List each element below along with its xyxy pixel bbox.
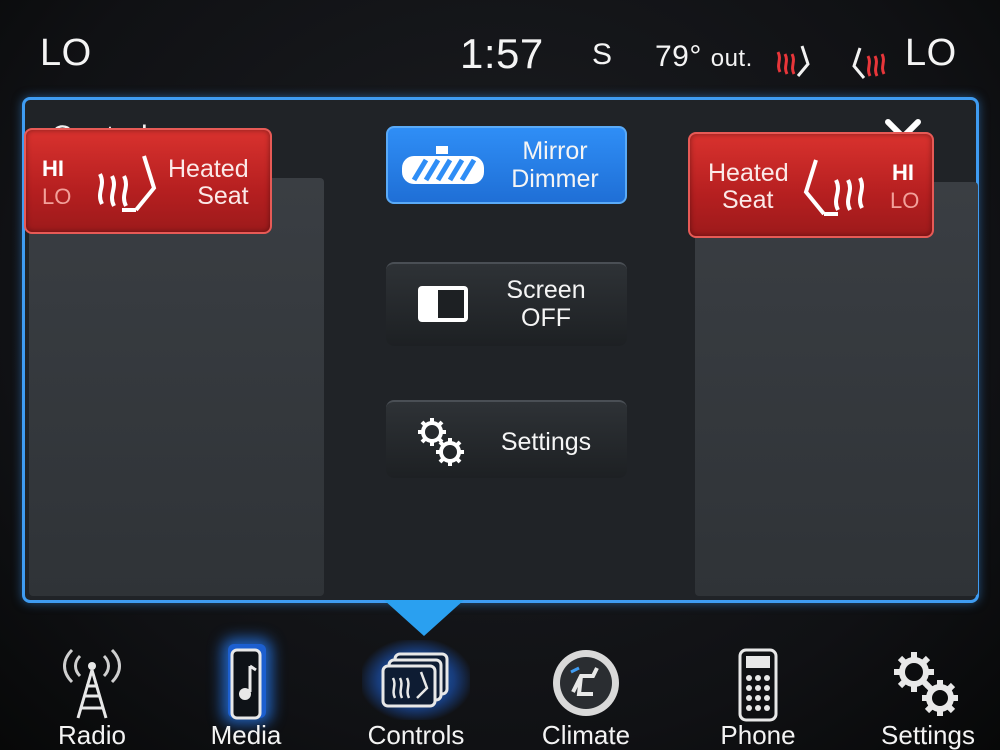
driver-heated-seat-button[interactable]: HI LO Heated Seat	[24, 128, 272, 234]
passenger-seat-label-line1: Heated	[708, 159, 789, 187]
mirror-icon	[402, 146, 484, 184]
driver-seat-label: Heated Seat	[168, 156, 249, 210]
gears-icon	[894, 652, 958, 716]
heated-seat-icon	[803, 159, 864, 216]
radio-tower-icon	[63, 648, 121, 719]
clock: 1:57	[460, 30, 544, 77]
active-tab-pointer	[384, 600, 464, 636]
driver-temp[interactable]: LO	[40, 32, 92, 75]
passenger-seat-lo: LO	[890, 188, 920, 213]
dock-label-radio: Radio	[58, 720, 126, 750]
heated-seat-passenger-icon[interactable]	[848, 44, 892, 84]
dock-item-settings[interactable]: Settings	[858, 640, 998, 750]
mirror-dimmer-line1: Mirror	[522, 137, 588, 165]
dock-label-controls: Controls	[367, 720, 465, 750]
dock-item-controls[interactable]: Controls	[346, 640, 486, 750]
heated-seat-driver-icon[interactable]	[772, 42, 814, 82]
passenger-seat-hi: HI	[892, 160, 914, 185]
mirror-dimmer-label: Mirror Dimmer	[500, 137, 610, 193]
status-bar: LO 1:57 S 79° out. LO	[0, 20, 1000, 90]
passenger-seat-label: Heated Seat	[708, 160, 789, 214]
passenger-heated-seat-button[interactable]: Heated Seat HI LO	[688, 132, 934, 238]
passenger-temp[interactable]: LO	[905, 32, 957, 75]
outside-temp-unit: out.	[710, 45, 753, 72]
mirror-dimmer-line2: Dimmer	[511, 165, 599, 193]
gears-icon	[418, 418, 464, 466]
dock-label-settings: Settings	[881, 720, 975, 750]
dock-item-phone[interactable]: Phone	[688, 640, 828, 750]
controls-icon	[381, 652, 449, 708]
heated-seat-icon	[98, 155, 157, 212]
dock-label-climate: Climate	[541, 720, 631, 750]
driver-seat-hi: HI	[42, 156, 64, 181]
driver-seat-lo: LO	[42, 184, 72, 209]
screen-off-line1: Screen	[506, 276, 586, 304]
outside-temp-value: 79°	[655, 40, 702, 73]
driver-seat-label-line1: Heated	[168, 155, 249, 183]
dock-label-media: Media	[210, 720, 282, 750]
dock-label-phone: Phone	[720, 720, 796, 750]
dock-item-radio[interactable]: Radio	[22, 640, 162, 750]
driver-column: Driver	[29, 178, 324, 596]
screen-off-label: Screen OFF	[486, 276, 606, 332]
settings-button[interactable]: Settings	[386, 400, 627, 478]
compass-heading: S	[592, 38, 613, 71]
passenger-column: Passenger	[695, 182, 978, 596]
mirror-dimmer-button[interactable]: Mirror Dimmer	[386, 126, 627, 204]
screen-off-button[interactable]: Screen OFF	[386, 262, 627, 346]
screen-off-line2: OFF	[521, 304, 571, 332]
media-phone-icon	[230, 648, 262, 720]
dock-item-media[interactable]: Media	[176, 640, 316, 750]
bottom-dock: Radio Media Controls Climate Phone Setti…	[0, 640, 1000, 750]
screen-off-icon	[418, 286, 468, 322]
outside-temp: 79° out.	[655, 40, 753, 74]
dock-item-climate[interactable]: Climate	[516, 640, 656, 750]
climate-icon	[553, 650, 619, 716]
driver-seat-label-line2: Seat	[197, 182, 249, 210]
passenger-seat-label-line2: Seat	[722, 186, 774, 214]
phone-keypad-icon	[738, 648, 778, 722]
settings-label: Settings	[500, 428, 592, 456]
